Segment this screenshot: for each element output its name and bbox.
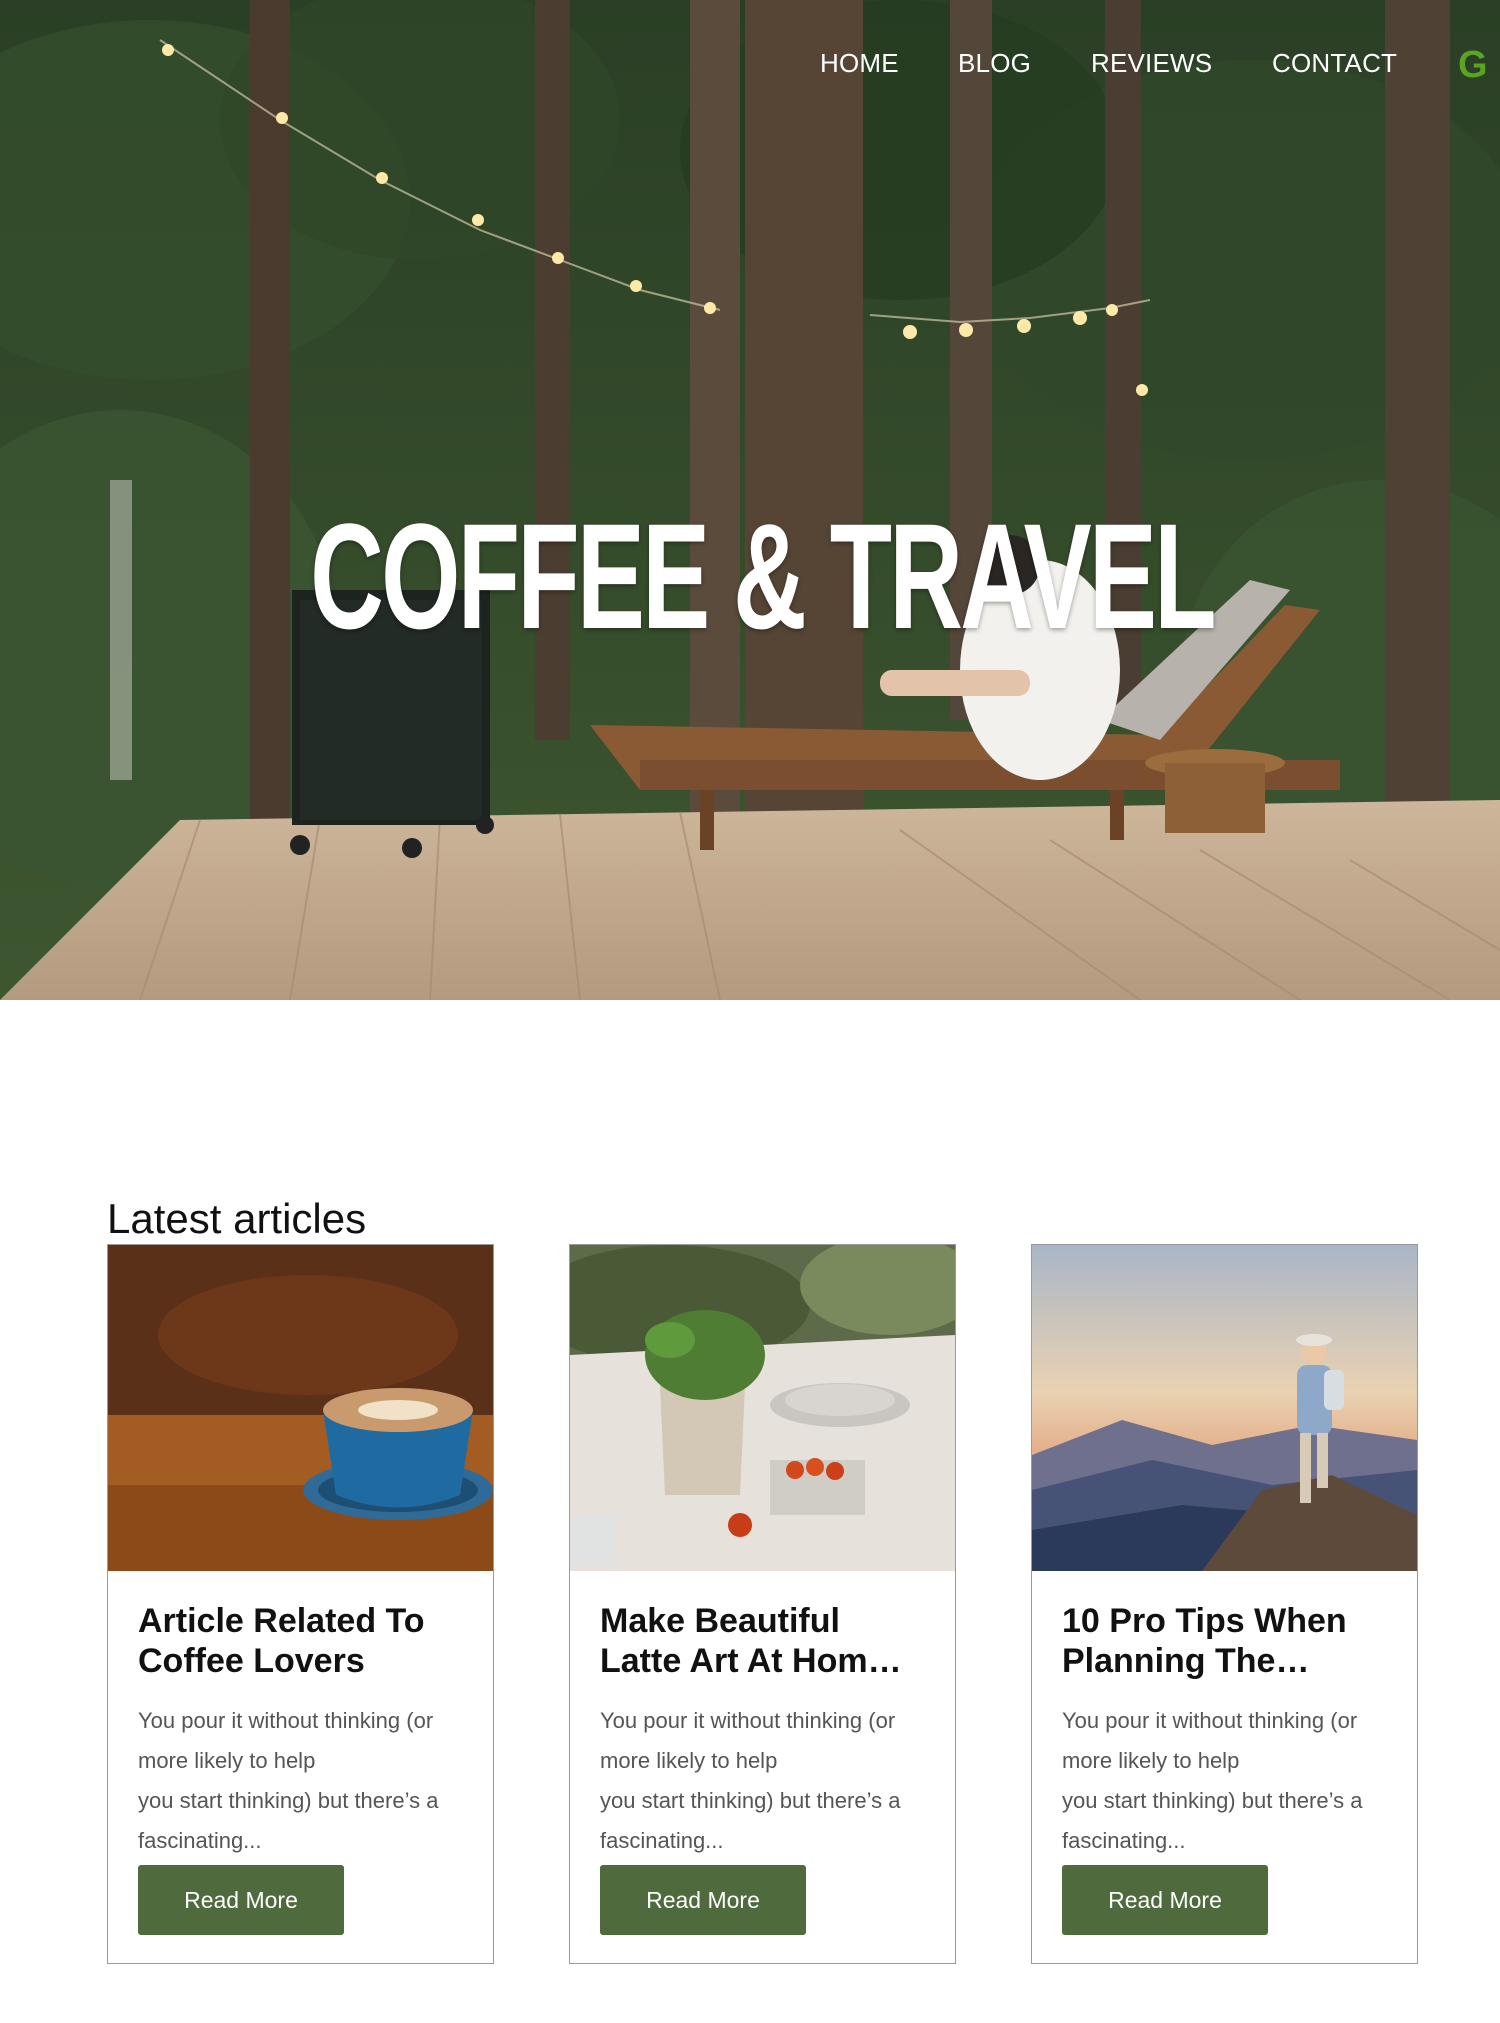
- excerpt-line: you start thinking) but there’s a: [600, 1788, 901, 1813]
- nav-reviews-link[interactable]: REVIEWS: [1091, 48, 1212, 79]
- nav-home-link[interactable]: HOME: [820, 48, 899, 79]
- article-title[interactable]: Article Related To Coffee Lovers: [138, 1601, 473, 1681]
- excerpt-line: You pour it without thinking (or: [600, 1708, 896, 1733]
- excerpt-line: more likely to help: [138, 1748, 316, 1773]
- excerpt-line: You pour it without thinking (or: [1062, 1708, 1358, 1733]
- article-title-line[interactable]: Article Related To: [138, 1601, 473, 1641]
- read-more-button[interactable]: Read More: [1062, 1865, 1268, 1935]
- hero-title: COFFEE & TRAVEL: [310, 491, 1216, 660]
- excerpt-line: you start thinking) but there’s a: [1062, 1788, 1363, 1813]
- excerpt-line: fascinating...: [600, 1828, 724, 1853]
- read-more-button[interactable]: Read More: [138, 1865, 344, 1935]
- nav-contact-link[interactable]: CONTACT: [1272, 48, 1397, 79]
- hiker-mountain-image[interactable]: [1032, 1245, 1417, 1571]
- article-title[interactable]: 10 Pro Tips When Planning The…: [1062, 1601, 1397, 1681]
- article-title-line[interactable]: Planning The…: [1062, 1641, 1397, 1681]
- article-card: Article Related To Coffee Lovers You pou…: [107, 1244, 494, 1964]
- article-title-line[interactable]: 10 Pro Tips When: [1062, 1601, 1397, 1641]
- main-nav: HOME BLOG REVIEWS CONTACT: [0, 48, 1500, 88]
- article-excerpt: You pour it without thinking (or more li…: [600, 1701, 940, 1861]
- nav-blog-link[interactable]: BLOG: [958, 48, 1031, 79]
- hero-banner: HOME BLOG REVIEWS CONTACT G COFFEE & TRA…: [0, 0, 1500, 1000]
- excerpt-line: you start thinking) but there’s a: [138, 1788, 439, 1813]
- table-setting-image[interactable]: [570, 1245, 955, 1571]
- excerpt-line: more likely to help: [600, 1748, 778, 1773]
- article-card: 10 Pro Tips When Planning The… You pour …: [1031, 1244, 1418, 1964]
- excerpt-line: You pour it without thinking (or: [138, 1708, 434, 1733]
- article-excerpt: You pour it without thinking (or more li…: [138, 1701, 478, 1861]
- article-title-line[interactable]: Latte Art At Hom…: [600, 1641, 935, 1681]
- site-logo[interactable]: G: [1458, 44, 1488, 87]
- article-title-line[interactable]: Make Beautiful: [600, 1601, 935, 1641]
- read-more-button[interactable]: Read More: [600, 1865, 806, 1935]
- article-card: Make Beautiful Latte Art At Hom… You pou…: [569, 1244, 956, 1964]
- article-title[interactable]: Make Beautiful Latte Art At Hom…: [600, 1601, 935, 1681]
- excerpt-line: more likely to help: [1062, 1748, 1240, 1773]
- excerpt-line: fascinating...: [1062, 1828, 1186, 1853]
- coffee-cup-image[interactable]: [108, 1245, 493, 1571]
- section-heading: Latest articles: [107, 1194, 367, 1242]
- article-title-line[interactable]: Coffee Lovers: [138, 1641, 473, 1681]
- excerpt-line: fascinating...: [138, 1828, 262, 1853]
- article-excerpt: You pour it without thinking (or more li…: [1062, 1701, 1402, 1861]
